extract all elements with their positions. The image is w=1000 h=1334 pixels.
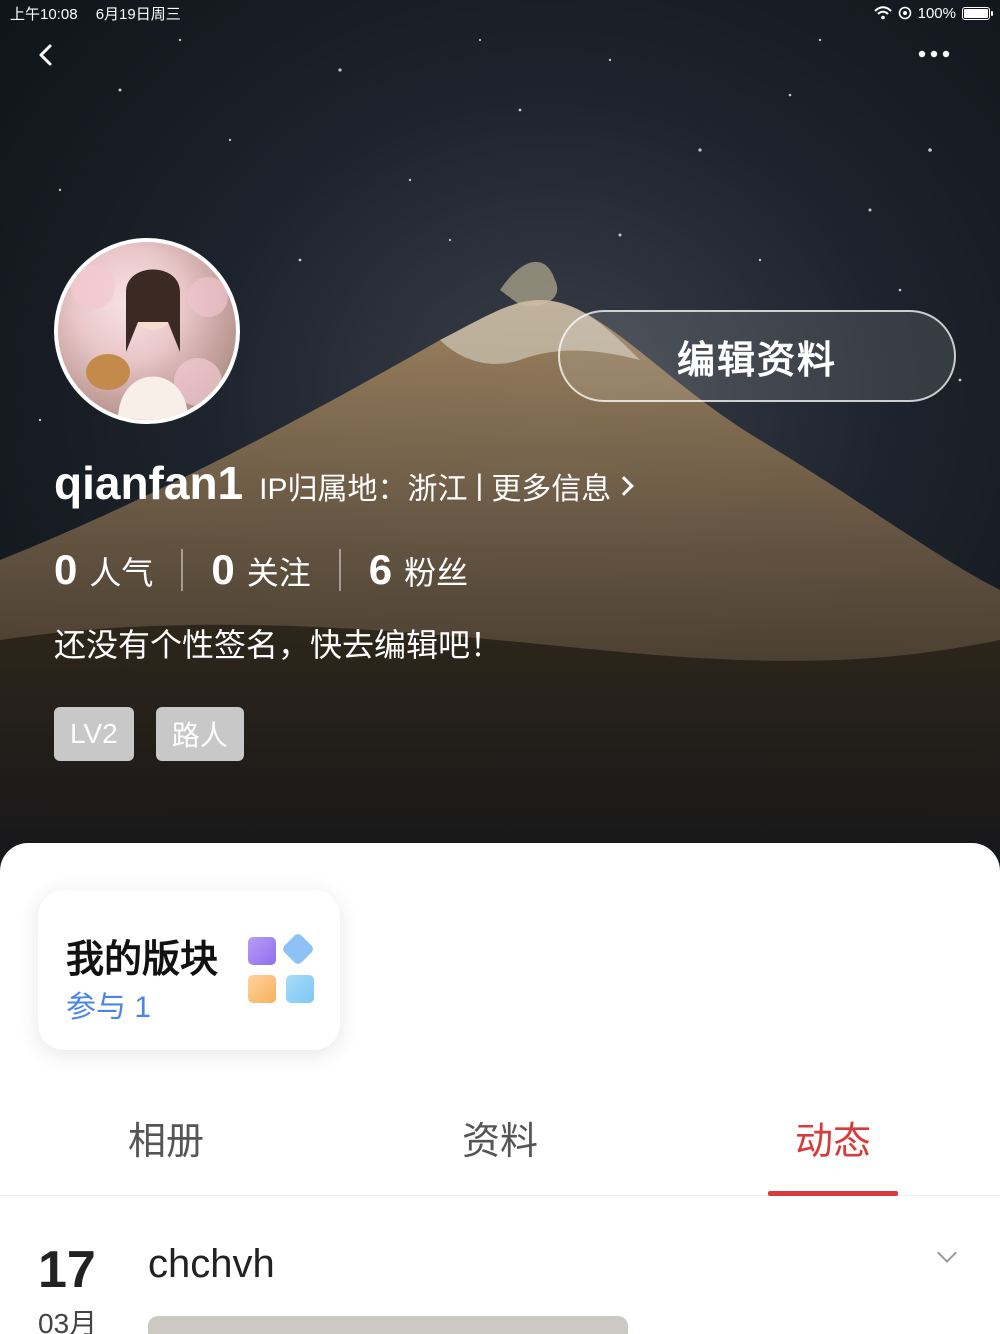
edit-profile-button[interactable]: 编辑资料 bbox=[558, 310, 956, 402]
battery-icon bbox=[962, 6, 993, 20]
post-date-day: 17 bbox=[38, 1241, 96, 1299]
my-boards-card[interactable]: 我的版块 参与 1 bbox=[38, 890, 340, 1050]
battery-fill bbox=[964, 8, 988, 18]
post-title[interactable]: chchvh bbox=[148, 1242, 275, 1287]
grid-square bbox=[248, 975, 276, 1003]
profile-tabs: 相册 资料 动态 bbox=[0, 1100, 1000, 1196]
ip-separator: | bbox=[475, 469, 484, 502]
more-options-icon[interactable] bbox=[916, 44, 952, 64]
level-badge[interactable]: LV2 bbox=[54, 707, 134, 761]
profile-header-background: 上午10:08 6月19日周三 100% 编辑资料 qianfan1 IP归属地… bbox=[0, 0, 1000, 880]
name-row: qianfan1 IP归属地：浙江 | 更多信息 bbox=[54, 456, 635, 510]
my-boards-count: 参与 1 bbox=[66, 991, 152, 1024]
boards-grid-icon bbox=[248, 932, 315, 1003]
status-date: 6月19日周三 bbox=[95, 5, 181, 23]
role-badge[interactable]: 路人 bbox=[155, 707, 244, 761]
stat-divider bbox=[181, 549, 184, 591]
back-arrow-icon[interactable] bbox=[30, 38, 66, 74]
more-info-label: 更多信息 bbox=[491, 473, 612, 506]
stat-fans-label: 粉丝 bbox=[404, 555, 469, 591]
bio-text[interactable]: 还没有个性签名，快去编辑吧！ bbox=[54, 620, 502, 666]
grid-diamond bbox=[281, 932, 315, 966]
grid-square bbox=[248, 937, 276, 965]
ip-info-link[interactable]: IP归属地：浙江 | 更多信息 bbox=[259, 464, 635, 508]
tab-album[interactable]: 相册 bbox=[128, 1110, 204, 1165]
chevron-right-icon bbox=[614, 476, 635, 496]
orientation-lock-icon bbox=[898, 6, 911, 20]
stat-popularity[interactable]: 0 人气 bbox=[54, 546, 153, 594]
ip-location: IP归属地：浙江 bbox=[259, 473, 468, 506]
stat-following-value: 0 bbox=[211, 546, 235, 593]
tab-activity[interactable]: 动态 bbox=[795, 1110, 871, 1165]
battery-percent: 100% bbox=[917, 4, 956, 22]
avatar[interactable] bbox=[54, 238, 240, 424]
stat-following[interactable]: 0 关注 bbox=[211, 546, 310, 594]
stat-fans-value: 6 bbox=[368, 546, 393, 593]
status-time: 上午10:08 bbox=[10, 5, 78, 23]
wifi-icon bbox=[873, 6, 892, 20]
status-bar: 上午10:08 6月19日周三 100% bbox=[0, 0, 1000, 26]
stat-divider bbox=[338, 549, 341, 591]
stat-popularity-value: 0 bbox=[54, 546, 78, 593]
active-tab-indicator bbox=[768, 1191, 898, 1196]
my-boards-title: 我的版块 bbox=[66, 939, 219, 981]
post-date-month: 03月 bbox=[38, 1308, 98, 1334]
username: qianfan1 bbox=[54, 457, 244, 509]
stat-fans[interactable]: 6 粉丝 bbox=[369, 546, 468, 594]
stat-popularity-label: 人气 bbox=[89, 555, 154, 591]
stats-row: 0 人气 0 关注 6 粉丝 bbox=[54, 546, 468, 594]
user-tags: LV2 路人 bbox=[54, 707, 244, 761]
stat-following-label: 关注 bbox=[246, 555, 311, 591]
post-preview-image[interactable] bbox=[148, 1316, 628, 1334]
tab-info[interactable]: 资料 bbox=[462, 1110, 538, 1165]
grid-square bbox=[286, 975, 314, 1003]
avatar-photo bbox=[71, 265, 228, 420]
